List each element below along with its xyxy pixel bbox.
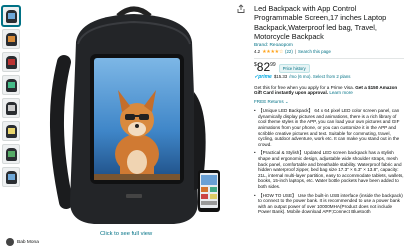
learn-more-link[interactable]: Learn more (329, 90, 353, 95)
thumbnail-4[interactable] (2, 75, 20, 95)
feature-bullets: 【Unique LED Backpack】 64 x 64 pixel LED … (254, 108, 404, 215)
feature-bullet: 【Unique LED Backpack】 64 x 64 pixel LED … (254, 108, 404, 147)
promo-text: Get this for free when you apply for a P… (254, 84, 356, 90)
seller-avatar (6, 238, 14, 246)
prime-icon: ✓prime (254, 73, 272, 80)
thumbnail-5[interactable] (2, 98, 20, 118)
thumbnail-3[interactable] (2, 52, 20, 72)
click-to-see-full-view-link[interactable]: Click to see full view (100, 231, 152, 237)
price: $ 82 99 (254, 61, 276, 73)
seller-footer[interactable]: Bab Mona (6, 238, 39, 246)
brand-link[interactable]: Brand: Reoaopom (254, 43, 404, 48)
prime-installment-row: ✓prime $15.33 /mo (6 mo). Select from 2 … (254, 74, 404, 80)
thumbnail-list (2, 6, 22, 190)
thumbnail-7[interactable] (2, 144, 20, 164)
feature-bullet: 【Practical & Stylish】Updated LED screen … (254, 150, 404, 189)
thumbnail-2[interactable] (2, 29, 20, 49)
main-product-image[interactable] (34, 2, 234, 228)
seller-name: Bab Mona (17, 239, 39, 245)
price-whole: 82 (256, 59, 271, 74)
price-history-badge[interactable]: Price history (278, 63, 310, 73)
free-returns-label: FREE Returns (254, 99, 284, 105)
prime-visa-promo: Get this for free when you apply for a P… (254, 85, 404, 97)
prime-price: $15.33 (273, 74, 288, 80)
prime-plan-link[interactable]: /mo (6 mo). Select from 2 plans (289, 74, 350, 79)
divider (254, 57, 404, 59)
product-info: Led Backpack with App Control Programmab… (254, 4, 404, 218)
rating-value: 4.2 (254, 49, 261, 55)
rating-count[interactable]: (22) (285, 49, 293, 54)
thumbnail-8[interactable] (2, 167, 20, 187)
thumbnail-6[interactable] (2, 121, 20, 141)
product-title: Led Backpack with App Control Programmab… (254, 4, 387, 42)
share-icon[interactable] (236, 4, 246, 14)
price-fraction: 99 (270, 61, 276, 68)
star-rating-icon[interactable]: ★★★★☆ (262, 49, 283, 55)
price-row: $ 82 99 Price history (254, 61, 404, 73)
chevron-down-icon: ⌄ (284, 99, 289, 105)
thumbnail-1[interactable] (2, 6, 20, 26)
rating-row: 4.2 ★★★★☆ (22) | Search this page (254, 49, 404, 55)
feature-bullet: 【HOW TO USE】 Use the built-in USB interf… (254, 193, 404, 215)
search-this-page-link[interactable]: Search this page (298, 49, 331, 54)
rating-separator: | (294, 49, 296, 55)
free-returns-link[interactable]: FREE Returns ⌄ (254, 99, 404, 105)
